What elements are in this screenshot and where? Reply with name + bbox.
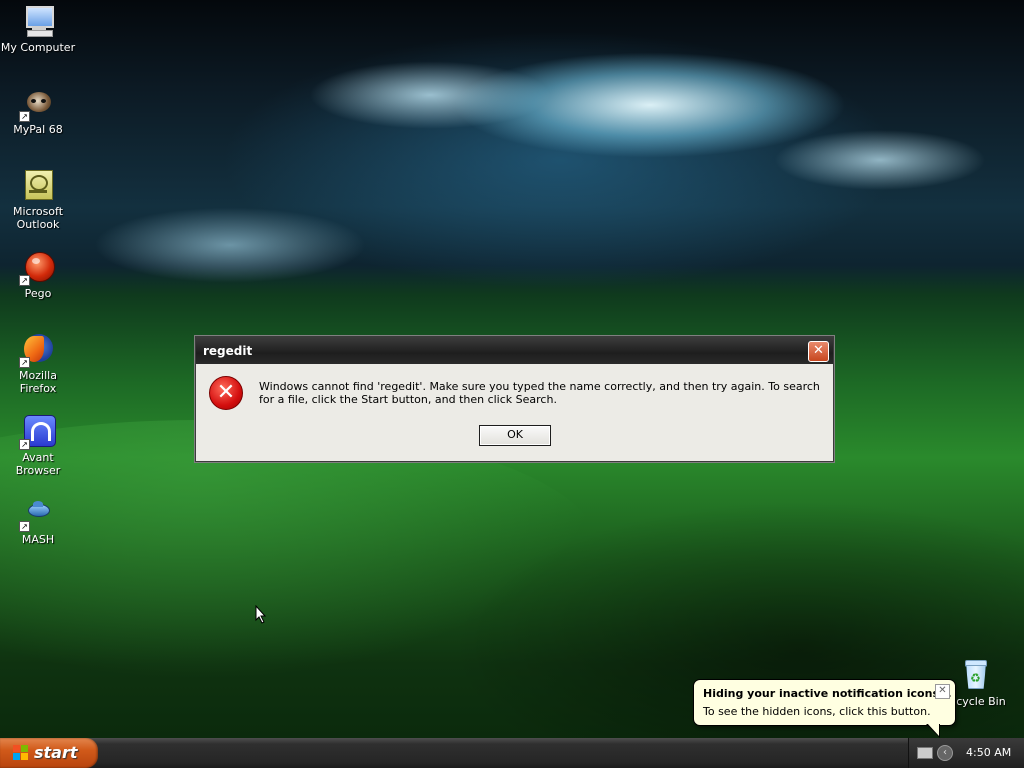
desktop-icon-mypal[interactable]: ↗ MyPal 68 [0, 86, 76, 136]
desktop-icon-firefox[interactable]: ↗ Mozilla Firefox [0, 332, 76, 395]
error-dialog: regedit ✕ ✕ Windows cannot find 'regedit… [195, 336, 834, 462]
desktop-icon-avant[interactable]: ↗ Avant Browser [0, 414, 76, 477]
desktop-icon-mash[interactable]: ↗ MASH [0, 496, 76, 546]
outlook-icon [21, 168, 55, 202]
dialog-close-button[interactable]: ✕ [808, 341, 829, 362]
error-icon: ✕ [209, 376, 243, 410]
shortcut-arrow-icon: ↗ [19, 275, 30, 286]
shortcut-arrow-icon: ↗ [19, 521, 30, 532]
notification-balloon[interactable]: Hiding your inactive notification icons.… [693, 679, 956, 738]
desktop-icon-label: My Computer [0, 41, 76, 54]
mouse-cursor-icon [255, 605, 267, 624]
windows-flag-icon [13, 745, 29, 761]
recycle-bin-icon: ♻ [957, 658, 991, 692]
dialog-title: regedit [203, 344, 253, 358]
start-label: start [34, 743, 78, 762]
keyboard-icon[interactable] [917, 747, 933, 759]
show-hidden-icons-button[interactable]: ‹ [937, 745, 953, 761]
pego-icon: ↗ [19, 250, 55, 286]
shortcut-arrow-icon: ↗ [19, 357, 30, 368]
balloon-tail-inner [927, 723, 939, 736]
system-tray: ‹ 4:50 AM [908, 738, 1024, 768]
desktop-icon-outlook[interactable]: Microsoft Outlook [0, 168, 76, 231]
avant-browser-icon: ↗ [19, 414, 56, 450]
dialog-message: Windows cannot find 'regedit'. Make sure… [259, 380, 820, 406]
computer-icon [21, 4, 55, 38]
shortcut-arrow-icon: ↗ [19, 439, 30, 450]
desktop-icon-label: Avant Browser [15, 451, 61, 477]
balloon-title: Hiding your inactive notification icons.… [703, 687, 952, 700]
desktop-icon-my-computer[interactable]: My Computer [0, 4, 76, 54]
mypal-icon: ↗ [19, 86, 55, 122]
taskbar: start ‹ 4:50 AM [0, 738, 1024, 768]
mash-icon: ↗ [19, 496, 55, 532]
balloon-close-button[interactable]: ✕ [935, 684, 950, 699]
desktop-icon-label: Microsoft Outlook [12, 205, 64, 231]
firefox-icon: ↗ [19, 332, 55, 368]
desktop-icon-pego[interactable]: ↗ Pego [0, 250, 76, 300]
start-button[interactable]: start [0, 738, 98, 768]
balloon-text: To see the hidden icons, click this butt… [703, 705, 931, 718]
shortcut-arrow-icon: ↗ [19, 111, 30, 122]
desktop-icon-label: MyPal 68 [13, 123, 63, 136]
clock[interactable]: 4:50 AM [966, 746, 1011, 759]
desktop-icon-label: Pego [24, 287, 52, 300]
desktop-icon-label: Mozilla Firefox [19, 369, 57, 395]
dialog-titlebar[interactable]: regedit ✕ [196, 337, 833, 364]
desktop-icon-label: MASH [21, 533, 55, 546]
ok-button[interactable]: OK [479, 425, 551, 446]
